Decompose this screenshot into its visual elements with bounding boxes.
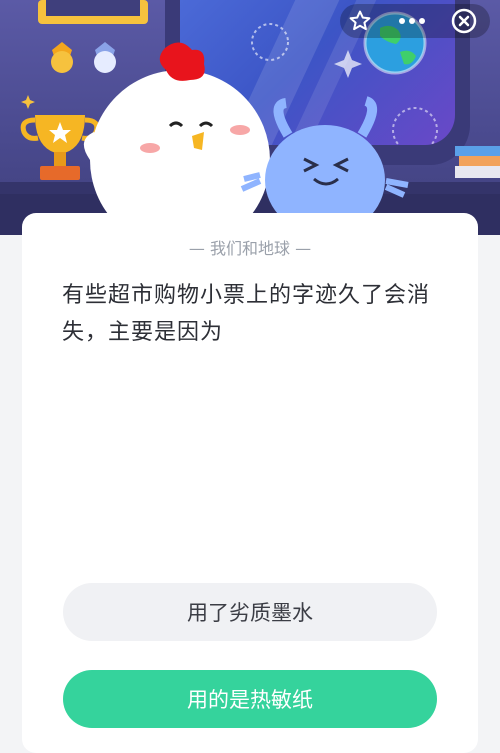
- close-circle-icon: [451, 8, 477, 34]
- hero-banner: [0, 0, 500, 235]
- quiz-question: 有些超市购物小票上的字迹久了会消失，主要是因为: [62, 283, 431, 345]
- quiz-card: — 我们和地球 — 有些超市购物小票上的字迹久了会消失，主要是因为 用了劣质墨水…: [22, 213, 478, 753]
- favorite-button[interactable]: [340, 4, 380, 38]
- close-button[interactable]: [444, 4, 484, 38]
- more-button[interactable]: [392, 4, 432, 38]
- answer-option-2[interactable]: 用的是热敏纸: [63, 670, 437, 728]
- quiz-category: — 我们和地球 —: [188, 239, 312, 258]
- star-outline-icon: [349, 10, 371, 31]
- more-dots-icon: [399, 18, 425, 24]
- books-decoration: [455, 146, 500, 178]
- top-action-bar: [340, 4, 490, 38]
- answer-option-1[interactable]: 用了劣质墨水: [63, 583, 437, 641]
